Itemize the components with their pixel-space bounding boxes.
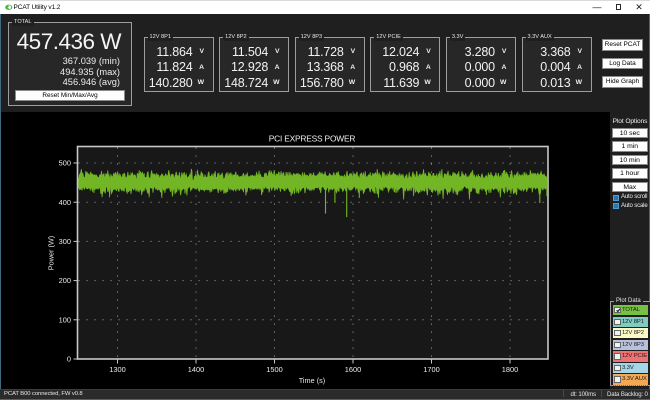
svg-text:1700: 1700: [423, 365, 439, 374]
svg-text:300: 300: [59, 237, 71, 246]
svg-text:0: 0: [67, 355, 71, 364]
svg-text:1300: 1300: [109, 365, 125, 374]
svg-text:100: 100: [59, 315, 71, 324]
svg-text:1600: 1600: [345, 365, 361, 374]
svg-text:PCI EXPRESS POWER: PCI EXPRESS POWER: [269, 134, 356, 144]
svg-text:1500: 1500: [266, 365, 282, 374]
svg-text:500: 500: [59, 159, 71, 168]
svg-text:Power (W): Power (W): [47, 236, 56, 270]
svg-text:400: 400: [59, 198, 71, 207]
svg-text:1800: 1800: [502, 365, 518, 374]
svg-text:Time (s): Time (s): [299, 376, 325, 385]
svg-text:1400: 1400: [188, 365, 204, 374]
svg-text:200: 200: [59, 276, 71, 285]
